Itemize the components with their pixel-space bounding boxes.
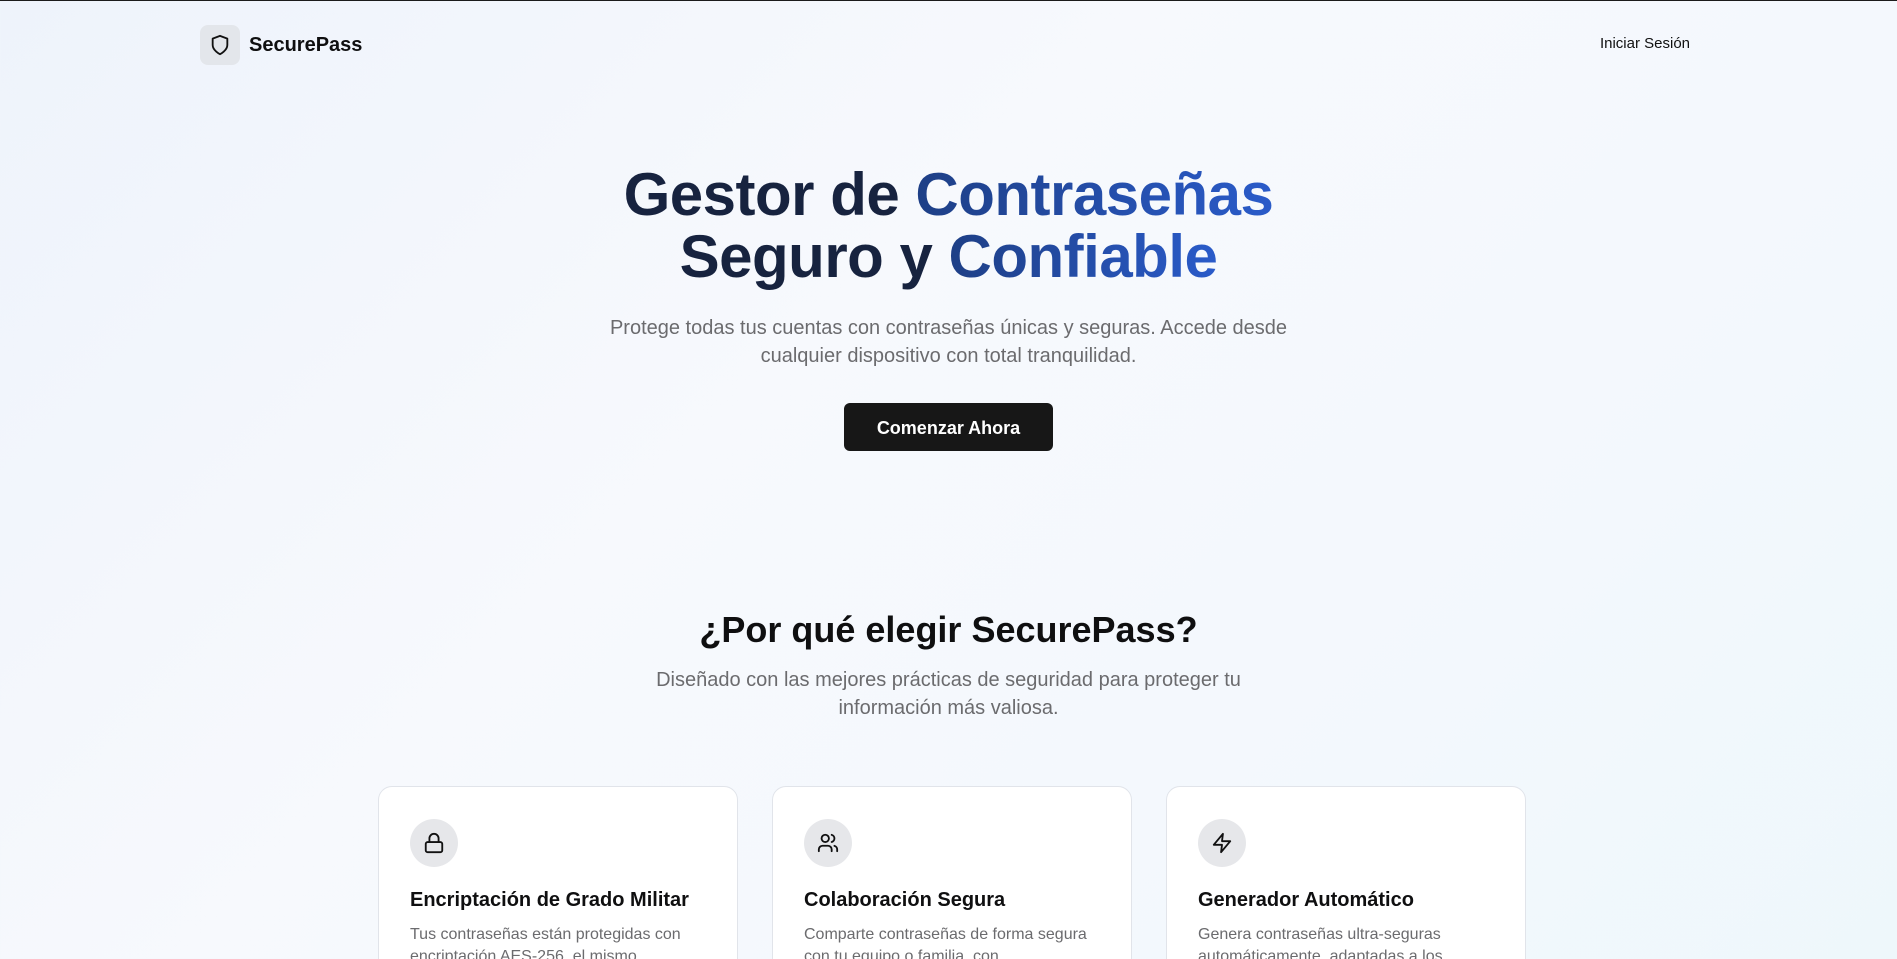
feature-card-encryption: Encriptación de Grado Militar Tus contra… [378,786,738,959]
feature-card-title: Encriptación de Grado Militar [410,889,689,911]
features-header: ¿Por qué elegir SecurePass? Diseñado con… [0,606,1897,722]
login-link[interactable]: Iniciar Sesión [1600,35,1690,52]
brand-name: SecurePass [249,33,363,56]
feature-card-text: Tus contraseñas están protegidas con enc… [410,926,681,959]
feature-card-text: Comparte contraseñas de forma segura con… [804,926,1087,959]
hero-title-line2-dark: Seguro y [679,223,949,290]
site-header: SecurePass Iniciar Sesión [200,25,1690,65]
feature-card-text: Genera contraseñas ultra-seguras automát… [1198,926,1443,959]
brand-logo-link[interactable]: SecurePass [200,25,362,65]
hero-section: Gestor de Contraseñas Seguro y Confiable… [0,164,1897,451]
features-subtitle: Diseñado con las mejores prácticas de se… [656,669,1241,719]
hero-title: Gestor de Contraseñas Seguro y Confiable [0,164,1897,288]
features-title: ¿Por qué elegir SecurePass? [699,609,1198,650]
feature-card-generator: Generador Automático Genera contraseñas … [1166,786,1526,959]
users-icon [804,819,852,867]
feature-card-title: Colaboración Segura [804,889,1006,911]
feature-cards: Encriptación de Grado Militar Tus contra… [378,786,1528,959]
zap-icon [1198,819,1246,867]
hero-title-line2-accent: Confiable [948,223,1218,290]
shield-icon [200,25,240,65]
hero-title-line1-accent: Contraseñas [915,161,1274,228]
hero-title-line1-dark: Gestor de [623,161,916,228]
feature-card-title: Generador Automático [1198,889,1414,911]
hero-subtitle: Protege todas tus cuentas con contraseña… [609,317,1288,367]
top-border [0,0,1897,1]
lock-icon [410,819,458,867]
start-now-button[interactable]: Comenzar Ahora [844,403,1053,451]
feature-card-collaboration: Colaboración Segura Comparte contraseñas… [772,786,1132,959]
